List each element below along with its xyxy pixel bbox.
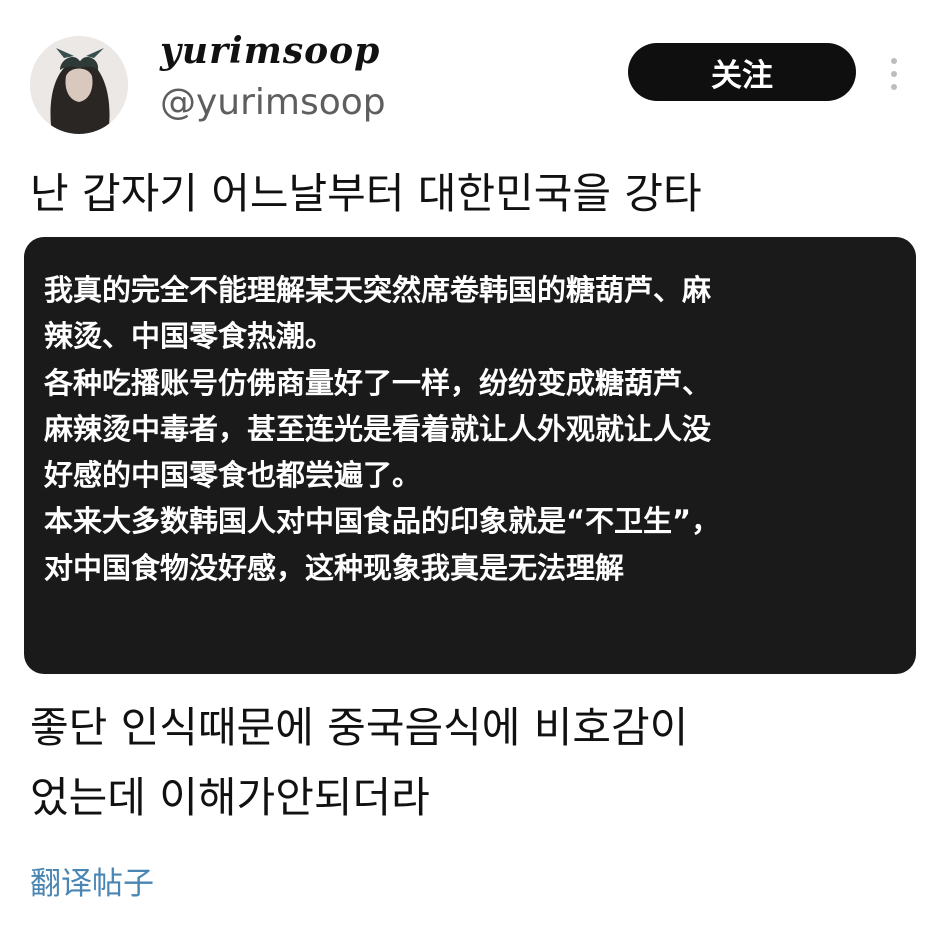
post-text-line: 었는데 이해가안되더라 bbox=[30, 773, 430, 822]
quoted-text-line: 各种吃播账号仿佛商量好了一样，纷纷变成糖葫芦、 bbox=[44, 365, 712, 400]
avatar[interactable] bbox=[30, 36, 128, 134]
avatar-image bbox=[30, 36, 128, 134]
quoted-text-line: 好感的中国零食也都尝遍了。 bbox=[44, 458, 422, 493]
quoted-text-line: 我真的完全不能理解某天突然席卷韩国的糖葫芦、麻 bbox=[44, 273, 712, 307]
translate-post-link[interactable]: 翻译帖子 bbox=[30, 858, 154, 903]
quoted-text-line: 辣烫、中国零食热潮。 bbox=[44, 319, 335, 354]
post-text-line: 난 갑자기 어느날부터 대한민국을 강타 bbox=[30, 169, 702, 218]
more-vertical-icon[interactable] bbox=[887, 56, 901, 92]
display-name[interactable]: yurimsoop bbox=[160, 30, 380, 72]
quoted-text-line: 对中国食物没好感，这种现象我真是无法理解 bbox=[44, 550, 625, 585]
quoted-image-card: 我真的完全不能理解某天突然席卷韩国的糖葫芦、麻 辣烫、中国零食热潮。 各种吃播账… bbox=[24, 237, 916, 674]
quoted-text: 我真的完全不能理解某天突然席卷韩国的糖葫芦、麻 辣烫、中国零食热潮。 各种吃播账… bbox=[44, 267, 896, 591]
quoted-text-line: 本来大多数韩国人对中国食品的印象就是“不卫生”， bbox=[44, 504, 721, 539]
post-text-line: 좋단 인식때문에 중국음식에 비호감이 bbox=[30, 703, 689, 752]
post-text: 좋단 인식때문에 중국음식에 비호감이 었는데 이해가안되더라 bbox=[30, 693, 688, 833]
follow-button[interactable]: 关注 bbox=[628, 43, 856, 101]
quoted-text-line: 麻辣烫中毒者，甚至连光是看着就让人外观就让人没 bbox=[44, 411, 712, 446]
user-handle[interactable]: @yurimsoop bbox=[160, 82, 386, 123]
